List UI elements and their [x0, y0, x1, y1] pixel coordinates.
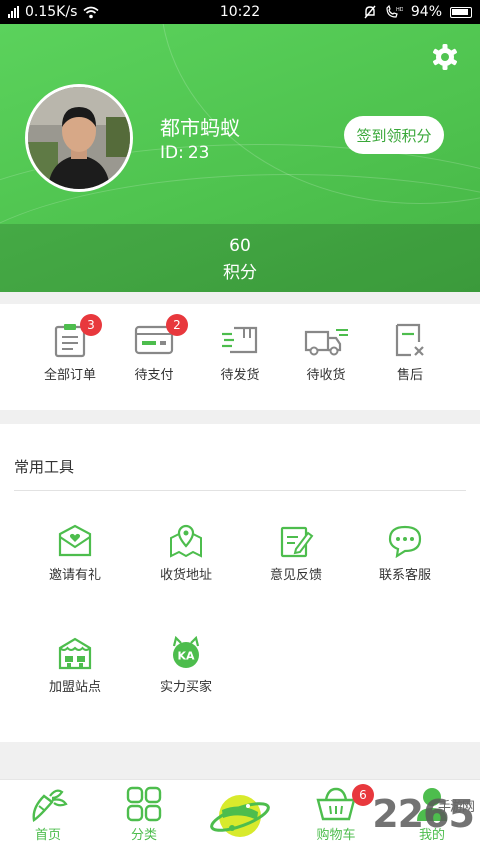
bottom-tab-bar: 首页 分类 6 购物车 我的 2265 手游网: [0, 779, 480, 853]
tool-franchise-label: 加盟站点: [48, 680, 101, 695]
ka-badge-icon: KA: [172, 636, 200, 668]
tool-customer-service[interactable]: 联系客服: [357, 524, 453, 583]
carrot-icon: [32, 789, 68, 822]
tab-category-label: 分类: [130, 828, 157, 843]
tool-franchise[interactable]: 加盟站点: [27, 636, 123, 695]
tools-title: 常用工具: [14, 458, 75, 476]
tools-section: 常用工具 邀请有礼 收货地址 意见反馈 联系客服 加盟站点 KA 实力买家: [0, 424, 480, 742]
tool-customer-service-label: 联系客服: [378, 568, 431, 583]
tab-cart[interactable]: 6 购物车: [296, 784, 376, 843]
battery-percent: 94%: [410, 4, 442, 20]
user-id-label: ID:: [160, 143, 184, 163]
order-pending-payment[interactable]: 2 待支付: [114, 314, 194, 383]
svg-text:KA: KA: [177, 650, 195, 663]
tool-strong-buyer-label: 实力买家: [159, 680, 212, 695]
points-summary[interactable]: 60 积分: [0, 224, 480, 292]
order-after-sale-label: 售后: [396, 368, 423, 383]
map-pin-icon: [170, 524, 202, 558]
settings-gear-icon[interactable]: [430, 42, 460, 72]
tool-invite-label: 邀请有礼: [48, 568, 101, 583]
orders-section: 3 全部订单 2 待支付 待发货 待收货 售后: [0, 304, 480, 410]
points-label: 积分: [223, 263, 257, 283]
user-id-value: 23: [187, 143, 210, 163]
chat-icon: [388, 525, 422, 558]
tab-home-label: 首页: [34, 828, 61, 843]
grid-icon: [126, 786, 162, 822]
order-all[interactable]: 3 全部订单: [30, 314, 110, 383]
battery-icon: [450, 6, 472, 18]
divider: [14, 490, 466, 491]
order-pending-receipt[interactable]: 待收货: [286, 322, 366, 383]
watermark: 2265 手游网: [372, 792, 475, 836]
order-pending-receipt-label: 待收货: [306, 368, 346, 383]
tool-invite[interactable]: 邀请有礼: [27, 524, 123, 583]
status-bar: 0.15K/s 10:22 HD 94%: [0, 0, 480, 24]
store-icon: [58, 637, 92, 670]
tab-home[interactable]: 首页: [8, 786, 88, 843]
tool-address-label: 收货地址: [159, 568, 212, 583]
cart-badge: 6: [352, 784, 374, 806]
svg-text:HD: HD: [396, 7, 403, 13]
truck-icon: [304, 329, 348, 356]
tool-address[interactable]: 收货地址: [138, 524, 234, 583]
signin-points-button[interactable]: 签到领积分: [344, 116, 444, 154]
order-pending-payment-badge: 2: [166, 314, 188, 336]
hd-call-icon: HD: [386, 5, 403, 18]
box-icon: [222, 326, 258, 354]
order-pending-payment-label: 待支付: [134, 368, 174, 383]
mute-bell-icon: [364, 5, 376, 19]
user-id: ID: 23: [160, 143, 209, 163]
tool-strong-buyer[interactable]: KA 实力买家: [138, 636, 234, 695]
tab-category[interactable]: 分类: [104, 786, 184, 843]
order-pending-shipment[interactable]: 待发货: [200, 322, 280, 383]
tool-feedback-label: 意见反馈: [269, 568, 322, 583]
tab-cart-label: 购物车: [316, 828, 356, 843]
tool-feedback[interactable]: 意见反馈: [248, 524, 344, 583]
user-name: 都市蚂蚁: [160, 116, 240, 140]
profile-header: 都市蚂蚁 ID: 23 签到领积分 60 积分: [0, 24, 480, 292]
return-doc-icon: [395, 323, 424, 357]
order-pending-shipment-label: 待发货: [220, 368, 260, 383]
watermark-sub: 手游网: [437, 800, 475, 815]
planet-icon: [210, 795, 270, 837]
order-all-badge: 3: [80, 314, 102, 336]
order-all-label: 全部订单: [43, 368, 96, 383]
avatar[interactable]: [25, 84, 133, 192]
edit-note-icon: [280, 526, 314, 558]
avatar-photo: [28, 87, 130, 189]
heart-envelope-icon: [58, 524, 92, 557]
points-value: 60: [229, 236, 251, 256]
tab-center[interactable]: [200, 784, 280, 848]
order-after-sale[interactable]: 售后: [370, 322, 450, 383]
